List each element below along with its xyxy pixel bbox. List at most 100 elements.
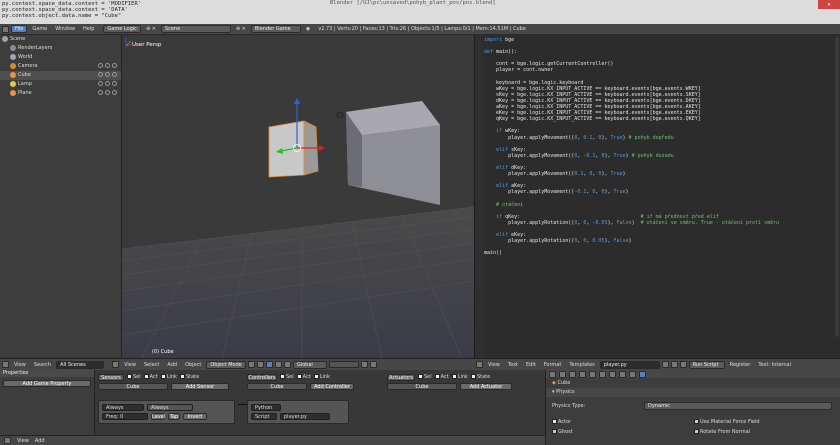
camera-render-icon[interactable] bbox=[112, 90, 117, 95]
3d-viewport[interactable]: User Persp (0) Cube bbox=[122, 35, 474, 358]
material-force-checkbox[interactable]: Use Material Force Field bbox=[694, 417, 760, 427]
outliner-item-cube[interactable]: Cube bbox=[0, 71, 121, 80]
ghost-checkbox[interactable]: Ghost bbox=[552, 429, 573, 435]
add-game-property-button[interactable]: Add Game Property bbox=[3, 380, 91, 387]
run-script-button[interactable]: Run Script bbox=[688, 360, 725, 369]
level-button[interactable]: Level bbox=[151, 413, 165, 420]
menu-templates[interactable]: Templates bbox=[566, 362, 597, 368]
menu-add[interactable]: Add bbox=[35, 438, 45, 444]
text-datablock-field[interactable]: player.py bbox=[599, 360, 660, 369]
controllers-title[interactable]: Controllers bbox=[247, 373, 277, 381]
camera-render-icon[interactable] bbox=[112, 72, 117, 77]
menu-view[interactable]: View bbox=[11, 362, 29, 368]
menu-object[interactable]: Object bbox=[182, 362, 204, 368]
visibility-toggles[interactable] bbox=[98, 72, 117, 77]
render-engine-dropdown[interactable]: Blender Game bbox=[250, 25, 301, 33]
menu-view[interactable]: View bbox=[485, 362, 503, 368]
tap-button[interactable]: Tap bbox=[168, 413, 180, 420]
controllers-sel-option[interactable]: Sel bbox=[280, 374, 294, 380]
menu-help[interactable]: Help bbox=[80, 26, 97, 32]
eye-icon[interactable] bbox=[98, 72, 103, 77]
sensors-link-option[interactable]: Link bbox=[160, 374, 177, 380]
syntax-highlight-toggle-icon[interactable] bbox=[679, 361, 687, 368]
code-area[interactable]: import bge def main(): cont = bge.logic.… bbox=[484, 37, 779, 256]
texture-tab-icon[interactable] bbox=[629, 370, 636, 378]
window-close-button[interactable]: ✕ bbox=[818, 0, 840, 9]
controller-mode-dropdown[interactable]: Script bbox=[251, 413, 277, 420]
actuators-title[interactable]: Actuators bbox=[387, 373, 415, 381]
line-numbers-toggle-icon[interactable] bbox=[661, 361, 669, 368]
add-controller-dropdown[interactable]: Add Controller bbox=[310, 383, 354, 390]
editor-scrollbar[interactable] bbox=[835, 37, 839, 337]
eye-icon[interactable] bbox=[98, 81, 103, 86]
sensors-state-option[interactable]: State bbox=[179, 374, 199, 380]
menu-search[interactable]: Search bbox=[31, 362, 54, 368]
invert-button[interactable]: Invert bbox=[183, 413, 207, 420]
add-scene-button[interactable]: ⊕ ✕ bbox=[233, 26, 249, 32]
orientation-dropdown[interactable]: Global bbox=[292, 360, 327, 369]
physics-section-header[interactable]: ▾ Physics bbox=[546, 388, 840, 397]
sensor-type-dropdown[interactable]: Always bbox=[102, 404, 144, 411]
translate-icon[interactable] bbox=[274, 361, 282, 368]
menu-game[interactable]: Game bbox=[29, 26, 50, 32]
editor-type-icon[interactable] bbox=[2, 361, 9, 368]
menu-edit[interactable]: Edit bbox=[523, 362, 539, 368]
scene-tab-icon[interactable] bbox=[559, 370, 566, 378]
actuators-link-option[interactable]: Link bbox=[451, 374, 468, 380]
snap-icon[interactable] bbox=[360, 361, 368, 368]
menu-view[interactable]: View bbox=[17, 438, 29, 444]
outliner-item-renderlayers[interactable]: RenderLayers bbox=[0, 44, 121, 53]
add-screen-button[interactable]: ⊕ ✕ bbox=[143, 26, 159, 32]
word-wrap-toggle-icon[interactable] bbox=[670, 361, 678, 368]
viewport-shading-icon[interactable] bbox=[247, 361, 255, 368]
data-tab-icon[interactable] bbox=[609, 370, 616, 378]
mode-dropdown[interactable]: Object Mode bbox=[206, 360, 246, 369]
scene-dropdown[interactable]: Scene bbox=[160, 25, 231, 33]
outliner-item-world[interactable]: World bbox=[0, 53, 121, 62]
outliner-item-lamp[interactable]: Lamp bbox=[0, 80, 121, 89]
actuators-state-option[interactable]: State bbox=[470, 374, 490, 380]
manipulator-icon[interactable] bbox=[265, 361, 273, 368]
world-tab-icon[interactable] bbox=[569, 370, 576, 378]
editor-type-icon[interactable] bbox=[2, 25, 9, 33]
rotate-normal-checkbox[interactable]: Rotate From Normal bbox=[694, 427, 750, 437]
visibility-toggles[interactable] bbox=[98, 90, 117, 95]
eye-icon[interactable] bbox=[98, 90, 103, 95]
text-editor[interactable]: import bge def main(): cont = bge.logic.… bbox=[474, 35, 840, 358]
menu-add[interactable]: Add bbox=[164, 362, 180, 368]
cube-object[interactable] bbox=[268, 120, 305, 178]
physics-type-dropdown[interactable]: Dynamic bbox=[644, 402, 832, 410]
editor-type-icon[interactable] bbox=[476, 361, 483, 368]
sensors-title[interactable]: Sensors bbox=[98, 373, 124, 381]
material-tab-icon[interactable] bbox=[619, 370, 626, 378]
sensor-freq-field[interactable]: Freq: 0 bbox=[102, 413, 148, 420]
visibility-toggles[interactable] bbox=[98, 81, 117, 86]
actor-checkbox[interactable]: Actor bbox=[552, 419, 571, 425]
add-sensor-dropdown[interactable]: Add Sensor bbox=[171, 383, 229, 390]
select-arrow-icon[interactable] bbox=[105, 63, 110, 68]
constraints-tab-icon[interactable] bbox=[589, 370, 596, 378]
sensor-name-field[interactable]: Always bbox=[147, 404, 193, 411]
menu-format[interactable]: Format bbox=[541, 362, 565, 368]
select-arrow-icon[interactable] bbox=[105, 90, 110, 95]
controller-type-dropdown[interactable]: Python bbox=[251, 404, 281, 411]
outliner-item-plane[interactable]: Plane bbox=[0, 89, 121, 98]
controller-script-field[interactable]: player.py bbox=[280, 413, 330, 420]
object-tab-icon[interactable] bbox=[579, 370, 586, 378]
select-arrow-icon[interactable] bbox=[105, 72, 110, 77]
properties-title[interactable]: Properties bbox=[0, 370, 94, 377]
controllers-link-option[interactable]: Link bbox=[313, 374, 330, 380]
actuators-sel-option[interactable]: Sel bbox=[418, 374, 432, 380]
menu-view-3d[interactable]: View bbox=[121, 362, 139, 368]
outliner-item-camera[interactable]: Camera bbox=[0, 62, 121, 71]
controllers-act-option[interactable]: Act bbox=[296, 374, 311, 380]
register-checkbox[interactable]: Register bbox=[727, 362, 754, 368]
layer-grid-icon[interactable] bbox=[328, 361, 359, 368]
add-actuator-dropdown[interactable]: Add Actuator bbox=[460, 383, 512, 390]
visibility-toggles[interactable] bbox=[98, 63, 117, 68]
rotate-icon[interactable] bbox=[283, 361, 291, 368]
physics-tab-icon[interactable] bbox=[639, 370, 646, 378]
editor-type-icon[interactable] bbox=[112, 361, 120, 368]
render-tab-icon[interactable] bbox=[549, 370, 556, 378]
eye-icon[interactable] bbox=[98, 63, 103, 68]
